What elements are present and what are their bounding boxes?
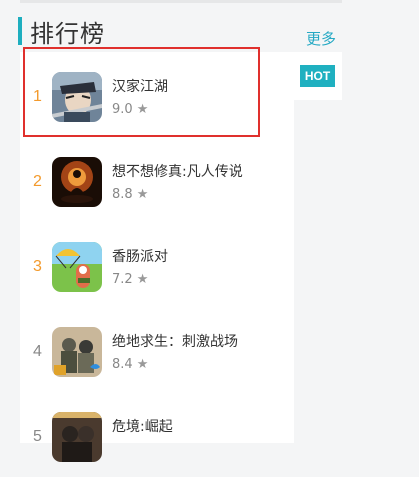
dark-warrior-icon[interactable] xyxy=(52,412,102,462)
header-accent-bar xyxy=(18,17,22,45)
list-item[interactable]: 4 绝地求生：刺激战场 8.4 ★ xyxy=(20,307,294,392)
score-value: 8.8 xyxy=(112,187,133,202)
meditating-figure-icon[interactable] xyxy=(52,157,102,207)
top-divider xyxy=(20,0,342,3)
rank-number: 4 xyxy=(33,343,42,360)
list-item[interactable]: 2 想不想修真:凡人传说 8.8 ★ xyxy=(20,137,294,222)
rank-number: 3 xyxy=(33,258,42,275)
ranking-header: 排行榜 更多 xyxy=(18,16,338,49)
selection-highlight xyxy=(23,47,260,137)
star-icon: ★ xyxy=(136,357,149,372)
soldiers-icon[interactable] xyxy=(52,327,102,377)
app-name[interactable]: 危境:崛起 xyxy=(112,416,173,436)
app-score: 8.4 ★ xyxy=(112,357,148,372)
app-name[interactable]: 想不想修真:凡人传说 xyxy=(112,161,243,181)
app-name[interactable]: 绝地求生：刺激战场 xyxy=(112,331,238,351)
rank-number: 2 xyxy=(33,173,42,190)
star-icon: ★ xyxy=(136,187,149,202)
list-item[interactable]: 5 危境:崛起 xyxy=(20,392,294,477)
app-score: 8.8 ★ xyxy=(112,187,148,202)
score-value: 8.4 xyxy=(112,357,133,372)
hot-badge[interactable]: HOT xyxy=(300,65,335,87)
app-score: 7.2 ★ xyxy=(112,272,148,287)
rank-number: 5 xyxy=(33,428,42,445)
star-icon: ★ xyxy=(136,272,149,287)
page-title: 排行榜 xyxy=(30,20,105,48)
list-item[interactable]: 3 香肠派对 7.2 ★ xyxy=(20,222,294,307)
score-value: 7.2 xyxy=(112,272,133,287)
more-link[interactable]: 更多 xyxy=(306,28,336,49)
app-name[interactable]: 香肠派对 xyxy=(112,246,168,266)
parachute-sausage-icon[interactable] xyxy=(52,242,102,292)
